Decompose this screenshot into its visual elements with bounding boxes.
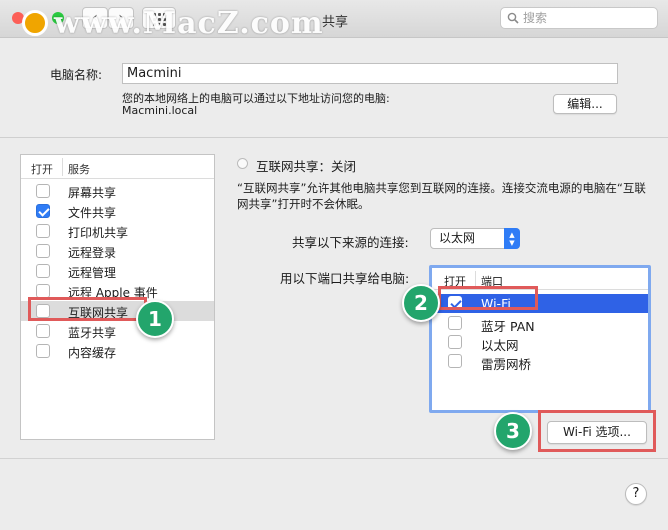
section-divider	[0, 137, 668, 138]
search-placeholder: 搜索	[523, 11, 548, 25]
step-marker-3: 3	[494, 412, 532, 450]
source-label: 共享以下来源的连接:	[292, 235, 409, 250]
ports-label: 用以下端口共享给电脑:	[280, 271, 410, 286]
services-list-header: 打开 服务	[21, 155, 214, 179]
search-icon	[507, 12, 519, 24]
port-row-ethernet[interactable]: 以太网	[432, 333, 648, 353]
computer-name-field[interactable]: Macmini	[122, 63, 618, 84]
service-label: 文件共享	[68, 206, 117, 220]
column-on: 打开	[31, 163, 53, 176]
help-icon: ?	[632, 486, 640, 501]
port-row-bluetooth-pan[interactable]: 蓝牙 PAN	[432, 314, 648, 334]
step-marker-1: 1	[136, 300, 174, 338]
column-service: 服务	[68, 163, 90, 176]
service-row-bluetooth-sharing[interactable]: 蓝牙共享	[21, 321, 214, 341]
service-checkbox[interactable]	[36, 344, 50, 358]
watermark: www.MacZ.com	[54, 6, 324, 41]
port-checkbox[interactable]	[448, 335, 462, 349]
port-checkbox[interactable]	[448, 316, 462, 330]
port-label: 雷雳网桥	[481, 357, 532, 372]
service-label: 打印机共享	[68, 226, 129, 240]
bottom-divider	[0, 458, 668, 459]
service-row-content-caching[interactable]: 内容缓存	[21, 341, 214, 361]
port-checkbox[interactable]	[448, 354, 462, 368]
highlight-box-internet-sharing	[28, 297, 147, 321]
service-checkbox[interactable]	[36, 184, 50, 198]
internet-sharing-status: 互联网共享：关闭	[256, 159, 357, 174]
service-label: 屏幕共享	[68, 186, 117, 200]
local-address: Macmini.local	[122, 104, 198, 117]
service-label: 远程登录	[68, 246, 117, 260]
search-field[interactable]: 搜索	[500, 7, 658, 29]
column-separator	[475, 271, 476, 287]
highlight-box-wifi	[438, 286, 538, 310]
service-checkbox[interactable]	[36, 204, 50, 218]
port-row-thunderbolt-bridge[interactable]: 雷雳网桥	[432, 352, 648, 372]
step-marker-2: 2	[402, 284, 440, 322]
service-row-remote-management[interactable]: 远程管理	[21, 261, 214, 281]
service-row-file-sharing[interactable]: 文件共享	[21, 201, 214, 221]
service-label: 远程管理	[68, 266, 117, 280]
highlight-box-wifi-options	[538, 410, 656, 452]
service-row-screen-sharing[interactable]: 屏幕共享	[21, 181, 214, 201]
watermark-logo-icon	[22, 10, 48, 36]
help-button[interactable]: ?	[625, 483, 647, 505]
column-separator	[62, 158, 63, 176]
service-row-printer-sharing[interactable]: 打印机共享	[21, 221, 214, 241]
service-checkbox[interactable]	[36, 324, 50, 338]
source-select[interactable]: 以太网 ▲ ▼	[430, 228, 520, 249]
edit-button[interactable]: 编辑...	[553, 94, 617, 114]
service-label: 蓝牙共享	[68, 326, 117, 340]
status-indicator-icon	[237, 158, 248, 169]
service-row-remote-login[interactable]: 远程登录	[21, 241, 214, 261]
service-checkbox[interactable]	[36, 224, 50, 238]
service-label: 内容缓存	[68, 346, 117, 360]
chevron-updown-icon: ▲ ▼	[504, 228, 520, 249]
service-checkbox[interactable]	[36, 284, 50, 298]
source-select-value: 以太网	[439, 231, 476, 245]
computer-name-label: 电脑名称:	[50, 68, 103, 82]
service-checkbox[interactable]	[36, 244, 50, 258]
service-checkbox[interactable]	[36, 264, 50, 278]
internet-sharing-description: “互联网共享”允许其他电脑共享您到互联网的连接。连接交流电源的电脑在“互联网共享…	[237, 181, 646, 211]
